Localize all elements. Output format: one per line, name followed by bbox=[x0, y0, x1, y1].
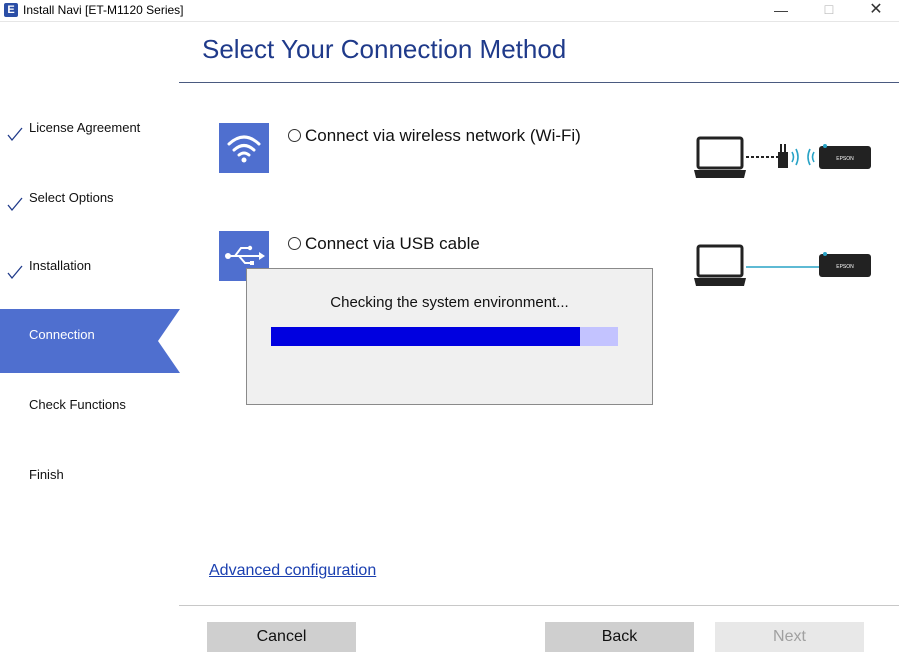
active-step-indicator bbox=[158, 309, 180, 373]
next-button[interactable]: Next bbox=[715, 622, 864, 652]
printer-brand-label: EPSON bbox=[836, 156, 854, 162]
app-icon: E bbox=[4, 3, 18, 17]
usb-radio-button[interactable] bbox=[288, 237, 301, 250]
advanced-configuration-link[interactable]: Advanced configuration bbox=[209, 562, 376, 580]
step-select-options: Select Options bbox=[0, 166, 180, 230]
step-license-agreement: License Agreement bbox=[0, 96, 180, 160]
step-label: License Agreement bbox=[29, 120, 141, 135]
checkmark-icon bbox=[7, 265, 23, 280]
step-label: Select Options bbox=[29, 190, 114, 205]
wifi-radio-button[interactable] bbox=[288, 129, 301, 142]
header-divider bbox=[179, 82, 899, 83]
step-connection: Connection bbox=[0, 309, 180, 373]
cancel-button[interactable]: Cancel bbox=[207, 622, 356, 652]
step-label: Connection bbox=[29, 327, 95, 342]
checkmark-icon bbox=[7, 127, 23, 142]
step-installation: Installation bbox=[0, 236, 180, 300]
maximize-button[interactable]: ☐ bbox=[806, 0, 852, 22]
window-title: Install Navi [ET-M1120 Series] bbox=[23, 3, 184, 17]
usb-connection-illustration: EPSON bbox=[694, 244, 871, 286]
wifi-connection-illustration: EPSON bbox=[694, 136, 871, 178]
minimize-button[interactable]: — bbox=[758, 0, 804, 22]
step-check-functions: Check Functions bbox=[0, 384, 180, 448]
progress-bar-fill bbox=[271, 327, 580, 346]
step-label: Installation bbox=[29, 258, 92, 273]
progress-bar bbox=[271, 327, 618, 346]
checkmark-icon bbox=[7, 197, 23, 212]
window-titlebar: E Install Navi [ET-M1120 Series] — ☐ ✕ bbox=[0, 0, 899, 22]
wifi-icon bbox=[219, 123, 269, 173]
step-label: Check Functions bbox=[29, 397, 126, 412]
page-title: Select Your Connection Method bbox=[202, 34, 567, 64]
footer-divider bbox=[179, 605, 899, 606]
close-button[interactable]: ✕ bbox=[853, 0, 899, 22]
steps-sidebar: License Agreement Select Options Install… bbox=[0, 22, 180, 671]
progress-message: Checking the system environment... bbox=[330, 294, 569, 311]
step-finish: Finish bbox=[0, 454, 180, 518]
progress-dialog: Checking the system environment... bbox=[246, 268, 653, 405]
wifi-option-label[interactable]: Connect via wireless network (Wi-Fi) bbox=[305, 126, 581, 146]
printer-brand-label: EPSON bbox=[836, 264, 854, 270]
step-label: Finish bbox=[29, 467, 64, 482]
back-button[interactable]: Back bbox=[545, 622, 694, 652]
usb-option-label[interactable]: Connect via USB cable bbox=[305, 234, 480, 254]
